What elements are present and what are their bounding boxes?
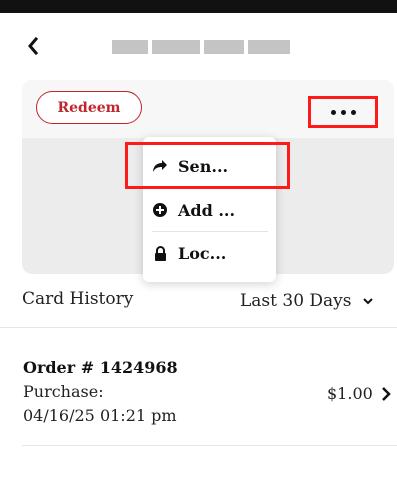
date-range-select[interactable]: Last 30 Days (240, 289, 385, 313)
menu-item-lock[interactable]: Loc... (143, 232, 276, 274)
date-range-value: Last 30 Days (240, 291, 352, 311)
app-header (0, 13, 397, 79)
back-button[interactable] (22, 35, 44, 57)
ellipsis-dot-icon (350, 109, 356, 115)
chevron-right-icon (382, 387, 391, 401)
list-divider (22, 445, 397, 446)
options-menu: Sen... Add ... Loc... (143, 137, 276, 282)
menu-item-label: Loc... (178, 243, 227, 263)
plus-circle-icon (152, 202, 168, 218)
menu-item-label: Sen... (178, 156, 229, 176)
menu-item-send[interactable]: Sen... (143, 145, 276, 187)
ellipsis-dot-icon (340, 109, 346, 115)
transaction-date: 04/16/25 01:21 pm (23, 406, 177, 425)
chevron-down-icon (362, 298, 373, 305)
redeem-button[interactable]: Redeem (36, 91, 142, 124)
page-title-redacted (112, 40, 304, 54)
menu-item-add[interactable]: Add ... (143, 189, 276, 231)
section-title: Card History (22, 289, 134, 309)
chevron-left-icon (28, 37, 39, 55)
share-arrow-icon (152, 158, 168, 174)
ellipsis-dot-icon (330, 109, 336, 115)
card-history-header: Card History Last 30 Days (0, 283, 397, 319)
list-item[interactable]: Order # 1424968 Purchase: 04/16/25 01:21… (0, 340, 397, 435)
transaction-amount: $1.00 (327, 384, 373, 403)
lock-icon (152, 245, 168, 261)
card-actions-bar: Redeem (22, 80, 394, 138)
section-divider (0, 327, 397, 328)
transaction-type: Purchase: (23, 382, 104, 401)
menu-item-label: Add ... (178, 200, 236, 220)
status-bar (0, 0, 397, 13)
more-options-button[interactable] (308, 96, 378, 128)
order-number: Order # 1424968 (23, 358, 178, 377)
